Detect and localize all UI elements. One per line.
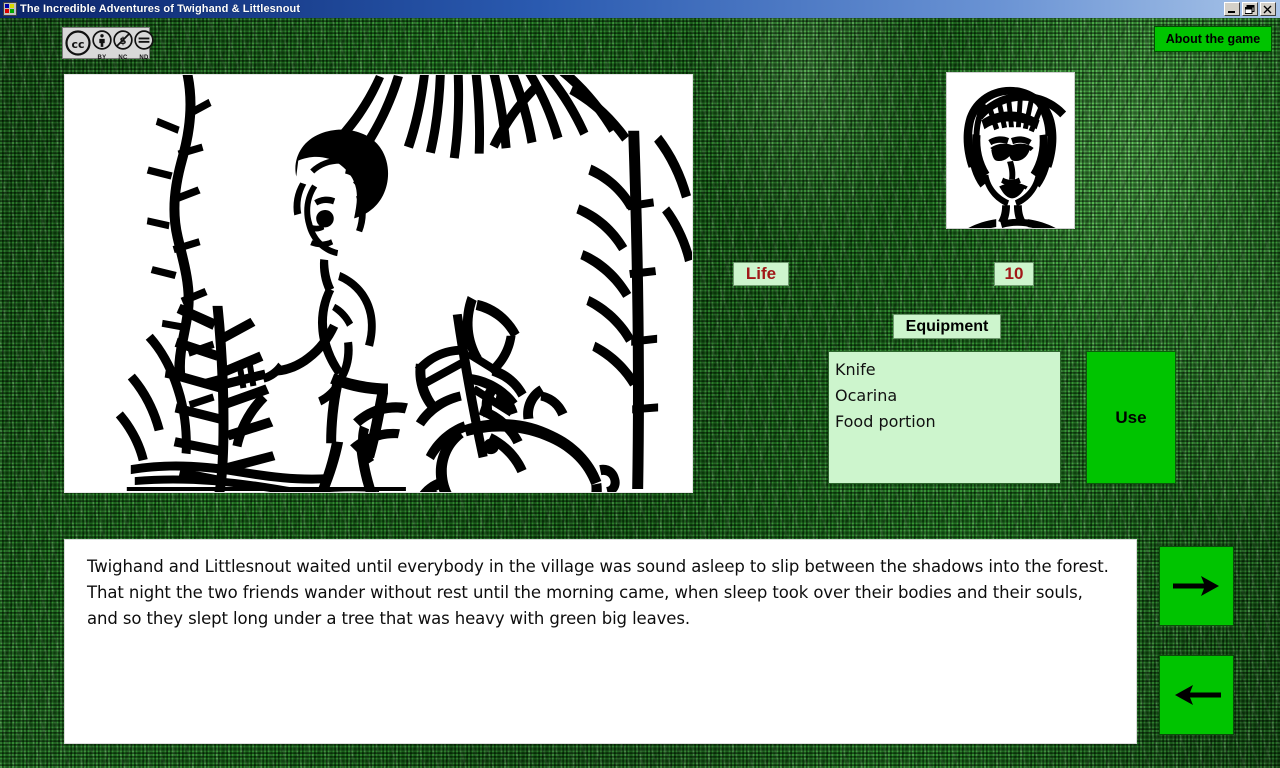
cc-by: BY xyxy=(92,30,112,62)
next-page-button[interactable] xyxy=(1159,546,1234,626)
game-window: The Incredible Adventures of Twighand & … xyxy=(0,0,1280,768)
cc-nc: $ NC xyxy=(113,30,133,62)
equipment-item-ocarina[interactable]: Ocarina xyxy=(835,383,1060,409)
story-panel: Twighand and Littlesnout waited until ev… xyxy=(64,539,1137,744)
equipment-list[interactable]: Knife Ocarina Food portion xyxy=(828,351,1061,484)
arrow-right-icon xyxy=(1171,573,1223,599)
window-titlebar: The Incredible Adventures of Twighand & … xyxy=(0,0,1280,18)
minimize-icon[interactable] xyxy=(1224,2,1240,16)
cc-nd-label: ND xyxy=(139,55,149,61)
story-text: Twighand and Littlesnout waited until ev… xyxy=(87,557,1109,628)
portrait-drawing xyxy=(947,73,1074,228)
close-icon[interactable] xyxy=(1260,2,1276,16)
equipment-label: Equipment xyxy=(893,314,1001,339)
cc-badge[interactable]: cc BY $ NC ND xyxy=(62,27,154,62)
use-button[interactable]: Use xyxy=(1086,351,1176,484)
scene-drawing xyxy=(65,75,692,492)
life-label: Life xyxy=(733,262,789,286)
by-icon xyxy=(92,30,112,55)
equipment-item-food-portion[interactable]: Food portion xyxy=(835,409,1060,435)
app-icon xyxy=(3,2,17,16)
cc-by-label: BY xyxy=(97,55,107,61)
scene-illustration xyxy=(64,74,693,493)
equipment-item-knife[interactable]: Knife xyxy=(835,357,1060,383)
cc-nd: ND xyxy=(134,30,154,62)
window-title: The Incredible Adventures of Twighand & … xyxy=(20,3,301,15)
cc-nc-label: NC xyxy=(118,55,128,61)
restore-icon[interactable] xyxy=(1242,2,1258,16)
cc-icon: cc xyxy=(65,30,91,61)
previous-page-button[interactable] xyxy=(1159,655,1234,735)
arrow-left-icon xyxy=(1171,682,1223,708)
window-controls xyxy=(1224,2,1276,16)
character-portrait xyxy=(946,72,1075,229)
nd-icon xyxy=(134,30,154,55)
about-the-game-button[interactable]: About the game xyxy=(1154,26,1272,52)
life-value: 10 xyxy=(994,262,1034,286)
nc-icon: $ xyxy=(113,30,133,55)
svg-text:cc: cc xyxy=(71,38,84,51)
